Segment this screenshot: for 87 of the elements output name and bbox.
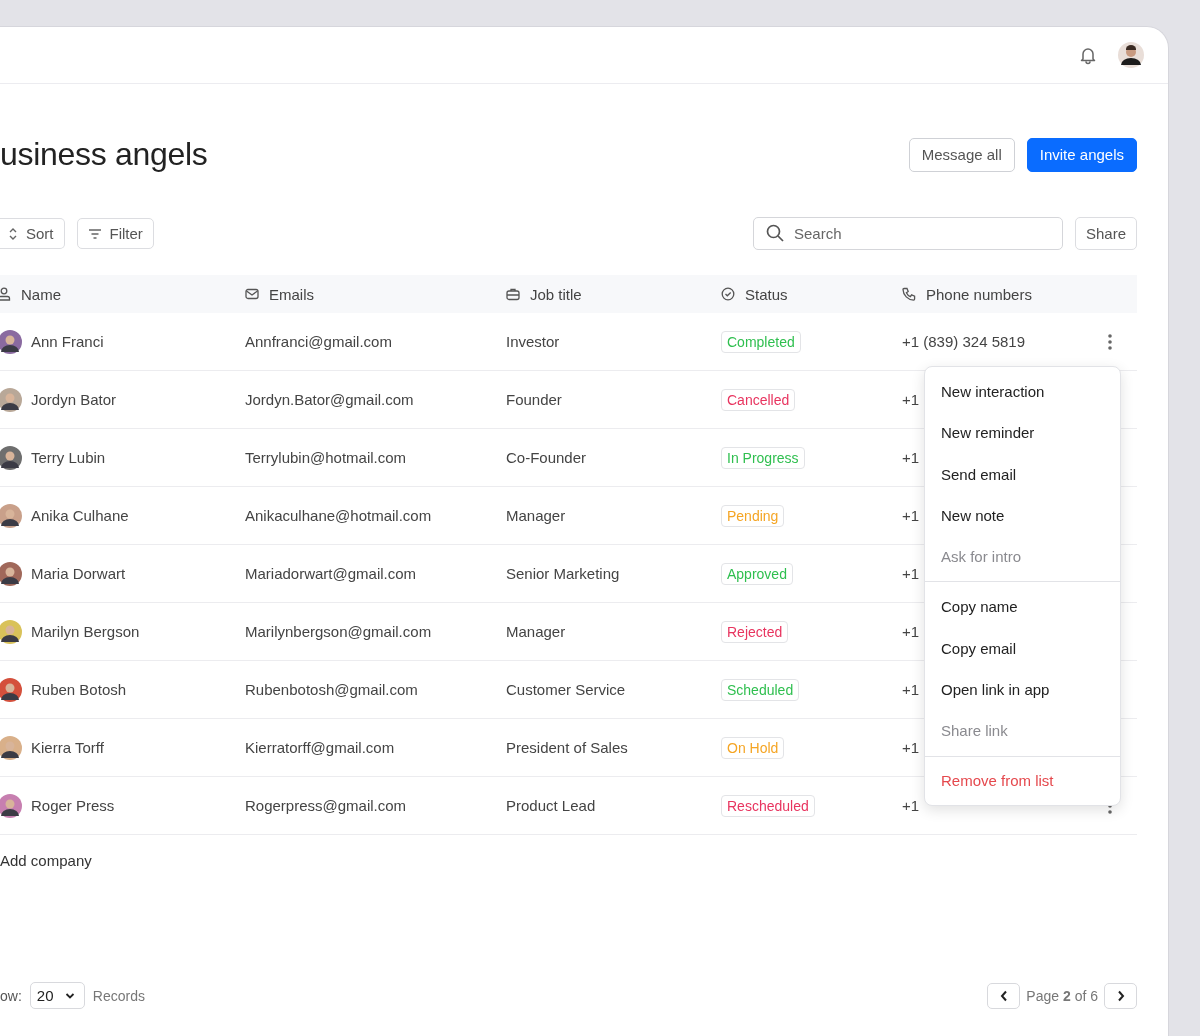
email-text: Rogerpress@gmail.com <box>245 797 408 814</box>
menu-item[interactable]: Remove from list <box>925 760 1120 801</box>
status-tag: Approved <box>721 562 793 585</box>
menu-item[interactable]: Share link <box>925 710 1120 752</box>
job-title-text: Founder <box>506 391 563 408</box>
job-title-text: Co-Founder <box>506 449 588 466</box>
email-text: Marilynbergson@gmail.com <box>245 623 433 640</box>
email-text: Annfranci@gmail.com <box>245 333 393 350</box>
phone-text: +1 <box>902 681 920 698</box>
records-label: Records <box>92 987 145 1004</box>
menu-item[interactable]: New interaction <box>925 371 1120 413</box>
column-header[interactable]: Phone numbers <box>926 285 1032 303</box>
phone-text: +1 <box>902 739 920 756</box>
action-button[interactable]: Message all <box>908 137 1015 172</box>
job-title-text: Customer Service <box>506 681 627 698</box>
name-text: Ruben Botosh <box>31 681 127 698</box>
column-header[interactable]: Status <box>745 285 788 303</box>
status-tag: Pending <box>721 504 785 527</box>
name-text: Jordyn Bator <box>31 391 117 408</box>
phone-text: +1 <box>902 565 920 582</box>
status-tag: Rejected <box>721 620 789 643</box>
menu-item[interactable]: New note <box>925 494 1120 537</box>
phone-text: +1 (839) 324 5819 <box>902 333 1026 350</box>
menu-item[interactable]: Send email <box>925 453 1120 495</box>
status-tag: Scheduled <box>721 678 800 701</box>
phone-text: +1 <box>902 449 920 466</box>
email-text: Jordyn.Bator@gmail.com <box>245 391 415 408</box>
briefcase-icon <box>506 287 520 301</box>
name-text: Maria Dorwart <box>31 565 126 582</box>
sort-icon <box>8 226 18 241</box>
next-page-button[interactable] <box>1104 982 1137 1009</box>
menu-item[interactable]: Ask for intro <box>925 536 1120 578</box>
filter-button[interactable]: Filter <box>76 218 154 249</box>
status-tag: In Progress <box>721 446 805 469</box>
menu-item[interactable]: New reminder <box>925 412 1120 454</box>
email-text: Mariadorwart@gmail.com <box>245 565 418 582</box>
person-icon <box>0 287 11 301</box>
phone-icon <box>902 287 916 301</box>
phone-text: +1 <box>902 797 920 814</box>
previous-page-button[interactable] <box>987 982 1021 1009</box>
email-text: Terrylubin@hotmail.com <box>245 449 408 466</box>
job-title-text: Senior Marketing <box>506 565 621 582</box>
check-icon <box>721 287 735 301</box>
share-button[interactable]: Share <box>1074 217 1137 250</box>
name-text: Ann Franci <box>31 333 104 350</box>
search-icon <box>764 223 785 243</box>
search-field[interactable]: Search <box>752 217 1063 250</box>
status-tag: Cancelled <box>721 388 796 411</box>
chevron-down-icon <box>64 991 75 1000</box>
phone-text: +1 <box>902 391 920 408</box>
status-tag: Completed <box>721 330 801 353</box>
name-text: Anika Culhane <box>31 507 129 524</box>
email-text: Rubenbotosh@gmail.com <box>245 681 419 698</box>
sort-button[interactable]: Sort <box>0 218 65 249</box>
email-text: Kierratorff@gmail.com <box>245 739 396 756</box>
column-header[interactable]: Name <box>21 285 61 303</box>
status-tag: On Hold <box>721 736 785 759</box>
phone-text: +1 <box>902 507 920 524</box>
name-text: Marilyn Bergson <box>31 623 140 640</box>
name-text: Terry Lubin <box>31 449 106 466</box>
column-header[interactable]: Job title <box>530 285 582 303</box>
job-title-text: Product Lead <box>506 797 597 814</box>
name-text: Roger Press <box>31 797 115 814</box>
menu-item[interactable]: Copy email <box>925 627 1120 670</box>
name-text: Kierra Torff <box>31 739 104 756</box>
filter-icon <box>87 227 102 240</box>
bell-icon[interactable] <box>1078 45 1098 65</box>
job-title-text: Manager <box>506 507 567 524</box>
email-text: Anikaculhane@hotmail.com <box>245 507 433 524</box>
job-title-text: Manager <box>506 623 567 640</box>
page-size-select[interactable]: 20 <box>29 982 85 1009</box>
chevron-right-icon <box>1116 989 1125 1002</box>
menu-item[interactable]: Open link in app <box>925 669 1120 711</box>
menu-item[interactable]: Copy name <box>925 586 1120 628</box>
page-indicator: Page 2 of 6 <box>1026 987 1098 1004</box>
phone-text: +1 <box>902 623 920 640</box>
show-label: ow: <box>0 987 22 1004</box>
column-header[interactable]: Emails <box>269 285 314 303</box>
add-company-link[interactable]: Add company <box>0 852 92 869</box>
status-tag: Rescheduled <box>721 794 815 817</box>
job-title-text: Investor <box>506 333 561 350</box>
chevron-left-icon <box>999 989 1008 1002</box>
action-button[interactable]: Invite angels <box>1026 137 1137 172</box>
mail-icon <box>245 287 259 301</box>
page-title: usiness angels <box>0 136 208 173</box>
more-icon[interactable] <box>1108 333 1112 350</box>
job-title-text: President of Sales <box>506 739 629 756</box>
